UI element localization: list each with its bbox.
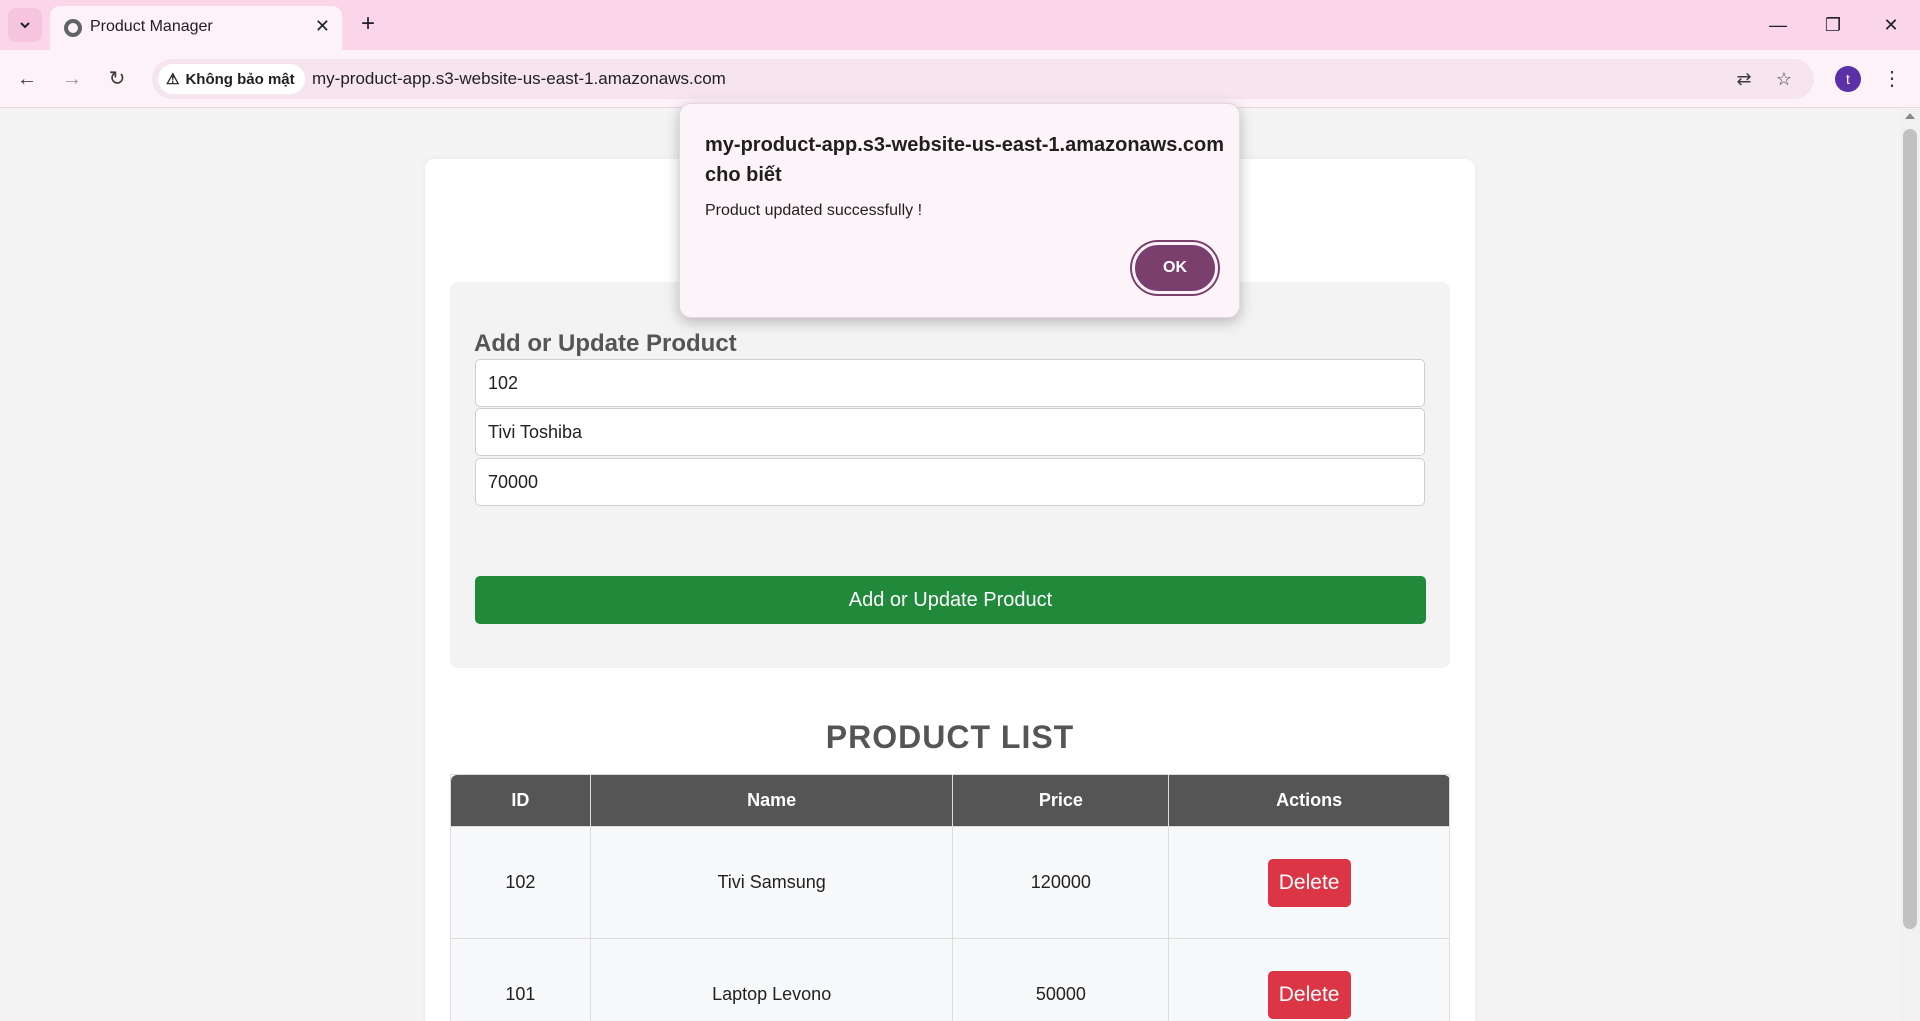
cell-name: Laptop Levono (589, 938, 954, 1021)
scroll-up-arrow-icon[interactable] (1905, 113, 1915, 119)
table-row: 102 Tivi Samsung 120000 Delete (450, 826, 1450, 939)
warning-icon: ⚠ (166, 71, 180, 88)
tab-search-button[interactable] (8, 8, 42, 42)
close-tab-icon[interactable]: ✕ (315, 16, 330, 37)
column-header-id: ID (450, 774, 591, 827)
add-update-button[interactable]: Add or Update Product (475, 576, 1426, 624)
tab-product-manager[interactable]: Product Manager ✕ (50, 6, 342, 50)
kebab-menu-icon[interactable]: ⋮ (1880, 62, 1904, 96)
security-label: Không bảo mật (185, 70, 295, 88)
minimize-icon[interactable]: — (1758, 10, 1798, 40)
cell-id: 102 (450, 826, 591, 939)
table-header-row: ID Name Price Actions (450, 774, 1450, 827)
back-arrow-icon[interactable]: ← (10, 62, 44, 96)
cell-actions: Delete (1168, 938, 1450, 1021)
tab-bar: Product Manager ✕ + — ❐ ✕ (0, 0, 1920, 50)
cell-actions: Delete (1168, 826, 1450, 939)
translate-icon[interactable]: ⇄ (1732, 67, 1756, 91)
globe-icon (64, 19, 82, 37)
dialog-message: Product updated successfully ! (705, 202, 923, 219)
security-chip[interactable]: ⚠ Không bảo mật (158, 64, 305, 94)
form-title: Add or Update Product (474, 330, 737, 357)
column-header-actions: Actions (1168, 774, 1450, 827)
column-header-price: Price (952, 774, 1170, 827)
cell-price: 120000 (952, 826, 1170, 939)
product-table: ID Name Price Actions 102 Tivi Samsung 1… (450, 774, 1450, 1021)
scrollbar-thumb[interactable] (1903, 129, 1917, 929)
cell-name: Tivi Samsung (589, 826, 954, 939)
address-bar[interactable]: ⚠ Không bảo mật my-product-app.s3-websit… (152, 59, 1814, 99)
table-row: 101 Laptop Levono 50000 Delete (450, 938, 1450, 1021)
tab-title: Product Manager (90, 18, 213, 35)
delete-button[interactable]: Delete (1267, 858, 1351, 907)
browser-toolbar: ← → ↻ ⚠ Không bảo mật my-product-app.s3-… (0, 50, 1920, 108)
product-name-input[interactable] (475, 408, 1425, 456)
alert-dialog: my-product-app.s3-website-us-east-1.amaz… (679, 103, 1240, 318)
reload-icon[interactable]: ↻ (100, 62, 134, 96)
cell-id: 101 (450, 938, 591, 1021)
product-price-input[interactable] (475, 458, 1425, 506)
window-close-icon[interactable]: ✕ (1871, 10, 1911, 40)
dialog-origin-text: my-product-app.s3-website-us-east-1.amaz… (705, 134, 1225, 186)
delete-button[interactable]: Delete (1267, 970, 1351, 1019)
forward-arrow-icon[interactable]: → (55, 62, 89, 96)
chevron-down-icon (20, 22, 30, 29)
product-list-title: PRODUCT LIST (825, 719, 1075, 755)
column-header-name: Name (589, 774, 954, 827)
ok-button[interactable]: OK (1132, 242, 1218, 294)
cell-price: 50000 (952, 938, 1170, 1021)
product-form: Add or Update Product Add or Update Prod… (450, 282, 1450, 668)
page-scrollbar[interactable] (1900, 109, 1920, 1021)
restore-icon[interactable]: ❐ (1813, 10, 1853, 40)
url-text[interactable]: my-product-app.s3-website-us-east-1.amaz… (312, 69, 726, 89)
product-id-input[interactable] (475, 359, 1425, 407)
star-icon[interactable]: ☆ (1772, 67, 1796, 91)
profile-avatar[interactable]: t (1835, 66, 1861, 92)
new-tab-button[interactable]: + (352, 9, 384, 41)
